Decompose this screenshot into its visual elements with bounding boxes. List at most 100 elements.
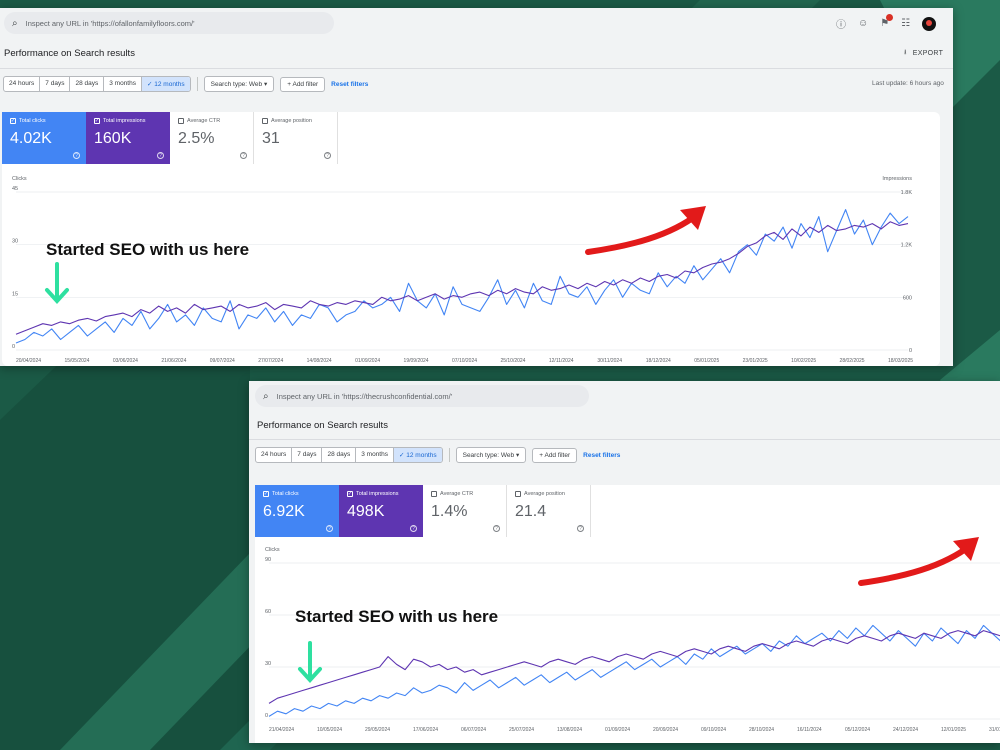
last-update-text: Last update: 6 hours ago [872, 80, 944, 87]
checkbox-checked-icon: ✓ [347, 491, 353, 497]
range-7-days[interactable]: 7 days [292, 448, 323, 462]
range-3-months[interactable]: 3 months [104, 77, 142, 91]
y2-tick-label: 1.8K [901, 190, 913, 196]
checkbox-unchecked-icon [178, 118, 184, 124]
divider [249, 439, 1000, 440]
range-12-months[interactable]: ✓ 12 months [393, 448, 442, 462]
search-console-panel-crush: ⌕ Inspect any URL in 'https://thecrushco… [249, 381, 1000, 743]
help-icon[interactable]: ? [324, 152, 331, 159]
x-tick-label: 18/03/2025 [888, 358, 913, 364]
metric-total-clicks[interactable]: ✓ Total clicks 4.02K ? [2, 112, 86, 164]
metric-value: 31 [262, 130, 280, 147]
avatar[interactable] [922, 16, 937, 31]
filter-bar: 24 hours 7 days 28 days 3 months ✓ 12 mo… [255, 447, 620, 463]
range-28-days[interactable]: 28 days [322, 448, 357, 462]
help-icon[interactable]: ? [157, 152, 164, 159]
x-tick-label: 12/01/2025 [941, 727, 966, 733]
x-tick-label: 01/09/2024 [605, 727, 630, 733]
metric-value: 1.4% [431, 503, 468, 520]
metric-total-impressions[interactable]: ✓ Total impressions 498K ? [339, 485, 423, 537]
dropdown-arrow-icon: ▾ [515, 452, 520, 459]
help-icon[interactable]: ? [577, 525, 584, 532]
x-tick-label: 21/06/2024 [161, 358, 186, 364]
x-tick-label: 17/06/2024 [413, 727, 438, 733]
x-tick-label: 14/08/2024 [307, 358, 332, 364]
help-icon[interactable]: ? [326, 525, 333, 532]
date-range-selector: 24 hours 7 days 28 days 3 months ✓ 12 mo… [3, 76, 191, 92]
checkbox-unchecked-icon [431, 491, 437, 497]
account-settings-icon[interactable]: ☺ [858, 18, 868, 29]
x-tick-label: 13/08/2024 [557, 727, 582, 733]
page-title: Performance on Search results [4, 48, 135, 59]
x-tick-label: 20/04/2024 [16, 358, 41, 364]
checkbox-unchecked-icon [515, 491, 521, 497]
reset-filters-link[interactable]: Reset filters [331, 81, 368, 88]
performance-chart: Clicks Impressions 0 0 15 600 30 1.2K 45 1.8K 20/0… [12, 176, 913, 364]
reset-filters-link[interactable]: Reset filters [583, 452, 620, 459]
annotation-text: Started SEO with us here [46, 240, 250, 259]
x-tick-label: 20/09/2024 [653, 727, 678, 733]
url-inspect-search[interactable]: ⌕ Inspect any URL in 'https://thecrushco… [255, 385, 589, 407]
divider [0, 68, 953, 69]
range-7-days[interactable]: 7 days [40, 77, 71, 91]
checkbox-checked-icon: ✓ [94, 118, 100, 124]
metric-average-position[interactable]: Average position 21.4 ? [507, 485, 591, 537]
x-tick-label: 10/05/2024 [317, 727, 342, 733]
apps-grid-icon[interactable]: ☷ [901, 18, 910, 29]
x-tick-label: 28/02/2025 [840, 358, 865, 364]
metric-average-position[interactable]: Average position 31 ? [254, 112, 338, 164]
help-icon[interactable]: ? [240, 152, 247, 159]
x-tick-label: 03/06/2024 [113, 358, 138, 364]
x-tick-label: 05/01/2025 [694, 358, 719, 364]
checkbox-checked-icon: ✓ [263, 491, 269, 497]
x-tick-label: 18/12/2024 [646, 358, 671, 364]
metric-total-clicks[interactable]: ✓ Total clicks 6.92K ? [255, 485, 339, 537]
x-tick-label: 25/10/2024 [500, 358, 525, 364]
help-icon[interactable]: ? [410, 525, 417, 532]
notifications-icon[interactable]: ⚑ [880, 14, 894, 29]
search-type-dropdown[interactable]: Search type: Web ▾ [203, 76, 275, 92]
range-3-months[interactable]: 3 months [356, 448, 394, 462]
green-down-arrow-icon [298, 641, 322, 683]
help-icon[interactable]: ? [493, 525, 500, 532]
range-28-days[interactable]: 28 days [70, 77, 105, 91]
help-icon[interactable]: ⓘ [836, 16, 846, 31]
url-inspect-search[interactable]: ⌕ Inspect any URL in 'https://ofallonfam… [4, 12, 334, 34]
red-trend-arrow-icon [858, 537, 979, 586]
y-tick-label: 30 [12, 239, 18, 245]
export-button[interactable]: ⭳ EXPORT [904, 48, 943, 59]
search-icon: ⌕ [12, 17, 18, 29]
x-tick-label: 12/11/2024 [549, 358, 574, 364]
x-tick-label: 16/11/2024 [797, 727, 822, 733]
search-icon: ⌕ [263, 390, 269, 402]
add-filter-button[interactable]: + Add filter [280, 76, 326, 92]
checkbox-checked-icon: ✓ [10, 118, 16, 124]
add-filter-button[interactable]: + Add filter [532, 447, 578, 463]
x-tick-label: 09/10/2024 [701, 727, 726, 733]
range-12-months[interactable]: ✓ 12 months [141, 77, 190, 91]
y-tick-label: 45 [12, 186, 18, 192]
separator [448, 448, 450, 462]
search-type-dropdown[interactable]: Search type: Web ▾ [455, 447, 527, 463]
x-tick-label: 07/10/2024 [452, 358, 477, 364]
range-24-hours[interactable]: 24 hours [4, 77, 41, 91]
help-icon[interactable]: ? [73, 152, 80, 159]
filter-bar: 24 hours 7 days 28 days 3 months ✓ 12 mo… [3, 76, 368, 92]
y2-tick-label: 1.2K [901, 243, 913, 249]
url-inspect-input[interactable]: Inspect any URL in 'https://thecrushconf… [277, 392, 453, 401]
metric-total-impressions[interactable]: ✓ Total impressions 160K ? [86, 112, 170, 164]
series-line-clicks [268, 624, 1000, 717]
y-axis-label: Clicks [265, 547, 280, 553]
date-range-selector: 24 hours 7 days 28 days 3 months ✓ 12 mo… [255, 447, 443, 463]
metric-average-ctr[interactable]: Average CTR 1.4% ? [423, 485, 507, 537]
y-tick-label: 0 [12, 344, 15, 350]
x-tick-label: 25/07/2024 [509, 727, 534, 733]
x-tick-label: 05/12/2024 [845, 727, 870, 733]
y2-axis-label: Impressions [882, 176, 912, 182]
metric-average-ctr[interactable]: Average CTR 2.5% ? [170, 112, 254, 164]
metric-value: 498K [347, 503, 385, 520]
y-tick-label: 90 [265, 557, 271, 563]
url-inspect-input[interactable]: Inspect any URL in 'https://ofallonfamil… [26, 19, 195, 28]
range-24-hours[interactable]: 24 hours [256, 448, 293, 462]
series-line-impressions [15, 221, 909, 335]
